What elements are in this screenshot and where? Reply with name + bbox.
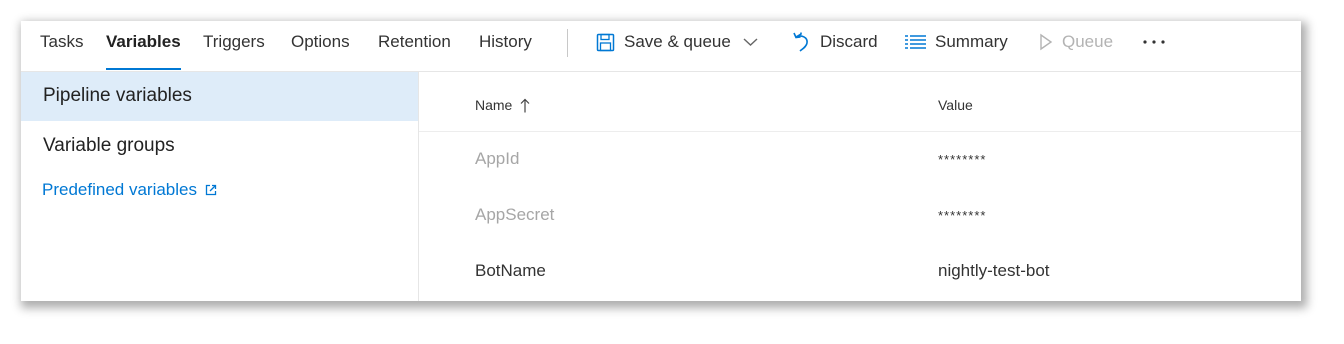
- variables-grid: Name Value AppId ******** AppSecret ****…: [419, 72, 1301, 301]
- toolbar-divider: [567, 29, 568, 57]
- variable-name[interactable]: AppId: [475, 149, 519, 169]
- variable-name[interactable]: BotName: [475, 261, 546, 281]
- column-header-value[interactable]: Value: [938, 97, 973, 113]
- queue-label: Queue: [1062, 32, 1114, 51]
- summary-label: Summary: [935, 32, 1008, 51]
- play-icon: [1039, 33, 1053, 51]
- predefined-variables-label: Predefined variables: [42, 180, 197, 199]
- discard-button[interactable]: Discard: [791, 21, 878, 63]
- variable-value[interactable]: ********: [938, 152, 986, 167]
- column-header-name[interactable]: Name: [475, 97, 530, 113]
- predefined-variables-link[interactable]: Predefined variables: [42, 180, 217, 200]
- save-icon: [596, 33, 615, 52]
- nav-item-label: Variable groups: [43, 135, 175, 156]
- undo-icon: [791, 31, 811, 53]
- save-and-queue-label: Save & queue: [624, 32, 731, 51]
- pipeline-editor-window: Tasks Variables Triggers Options Retenti…: [21, 21, 1301, 301]
- variable-value[interactable]: nightly-test-bot: [938, 261, 1050, 281]
- chevron-down-icon[interactable]: [743, 37, 758, 47]
- nav-item-variable-groups[interactable]: Variable groups: [21, 122, 418, 171]
- tab-variables[interactable]: Variables: [106, 21, 181, 71]
- queue-button[interactable]: Queue: [1039, 21, 1113, 63]
- tab-tasks[interactable]: Tasks: [40, 21, 83, 71]
- save-and-queue-button[interactable]: Save & queue: [596, 21, 758, 63]
- tab-triggers[interactable]: Triggers: [203, 21, 265, 71]
- list-icon: [905, 34, 926, 50]
- more-icon[interactable]: [1142, 31, 1166, 53]
- tab-retention[interactable]: Retention: [378, 21, 451, 71]
- tab-options[interactable]: Options: [291, 21, 350, 71]
- variable-value[interactable]: ********: [938, 208, 986, 223]
- grid-header: Name Value: [419, 72, 1301, 132]
- nav-item-label: Pipeline variables: [43, 85, 192, 106]
- sort-ascending-icon: [520, 98, 530, 113]
- variable-name[interactable]: AppSecret: [475, 205, 554, 225]
- discard-label: Discard: [820, 32, 878, 51]
- table-row[interactable]: AppId ********: [419, 132, 1301, 188]
- nav-item-pipeline-variables[interactable]: Pipeline variables: [21, 72, 418, 121]
- tab-history[interactable]: History: [479, 21, 532, 71]
- column-header-value-label: Value: [938, 97, 973, 113]
- variables-nav-pane: Pipeline variables Variable groups Prede…: [21, 72, 419, 301]
- top-toolbar: Tasks Variables Triggers Options Retenti…: [21, 21, 1301, 72]
- table-row[interactable]: AppSecret ********: [419, 188, 1301, 244]
- column-header-name-label: Name: [475, 97, 513, 113]
- external-link-icon: [205, 184, 217, 196]
- summary-button[interactable]: Summary: [905, 21, 1008, 63]
- table-row[interactable]: BotName nightly-test-bot: [419, 244, 1301, 300]
